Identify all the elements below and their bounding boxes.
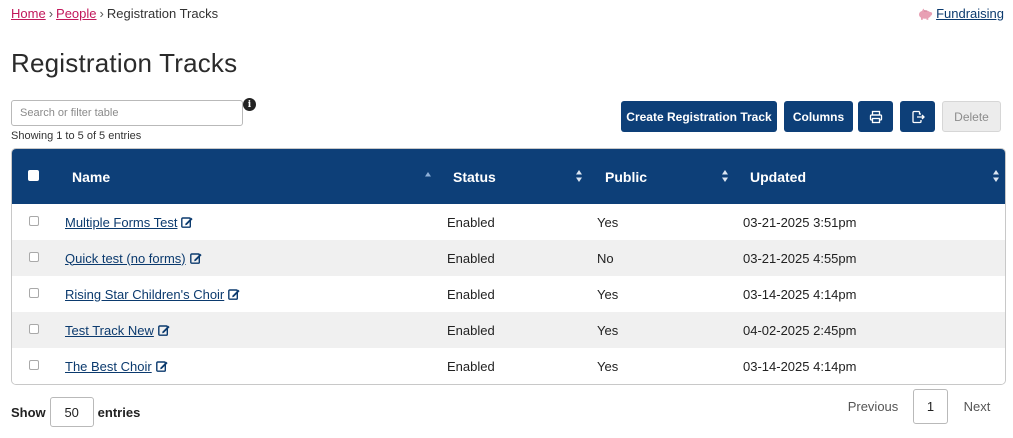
track-name-link[interactable]: Multiple Forms Test (65, 215, 177, 230)
public-cell: Yes (597, 322, 619, 338)
show-label: Show (11, 404, 46, 420)
updated-cell: 04-02-2025 2:45pm (743, 322, 857, 338)
track-name-link[interactable]: The Best Choir (65, 359, 152, 374)
print-button[interactable] (858, 101, 893, 132)
table-header: Name Status Public Updated (12, 149, 1005, 204)
breadcrumb-home-link[interactable]: Home (11, 6, 46, 21)
printer-icon (869, 110, 882, 123)
edit-icon[interactable] (157, 324, 170, 336)
edit-icon[interactable] (228, 288, 240, 300)
export-icon (911, 110, 925, 123)
delete-button[interactable]: Delete (942, 101, 1001, 132)
column-header-status[interactable]: Status (453, 149, 496, 204)
table-row: Test Track New Enabled Yes 04-02-2025 2:… (12, 312, 1005, 348)
row-checkbox[interactable] (29, 216, 39, 226)
name-cell: Multiple Forms Test (65, 204, 194, 240)
breadcrumb-separator: › (99, 6, 104, 21)
status-cell: Enabled (447, 358, 495, 374)
piggy-bank-icon (919, 8, 933, 20)
column-header-updated[interactable]: Updated (750, 149, 806, 204)
page-length-control: Show entries (11, 397, 140, 427)
search-input[interactable] (11, 100, 243, 126)
name-cell: The Best Choir (65, 348, 168, 384)
status-cell: Enabled (447, 322, 495, 338)
column-header-public[interactable]: Public (605, 149, 647, 204)
sort-both-icon[interactable] (575, 169, 583, 183)
entries-label: entries (97, 404, 141, 420)
table-row: The Best Choir Enabled Yes 03-14-2025 4:… (12, 348, 1005, 384)
fundraising-link-wrap[interactable]: Fundraising (917, 6, 1004, 21)
entries-per-page-input[interactable] (49, 397, 94, 427)
row-checkbox[interactable] (29, 360, 39, 370)
registration-tracks-table: Name Status Public Updated Multiple Form… (11, 148, 1006, 385)
table-row: Quick test (no forms) Enabled No 03-21-2… (12, 240, 1005, 276)
breadcrumb-people-link[interactable]: People (56, 6, 96, 21)
public-cell: Yes (597, 214, 619, 230)
track-name-link[interactable]: Test Track New (65, 323, 154, 338)
table-row: Multiple Forms Test Enabled Yes 03-21-20… (12, 204, 1005, 240)
breadcrumb: Home › People › Registration Tracks (11, 6, 218, 21)
column-header-name[interactable]: Name (72, 149, 110, 204)
page-title: Registration Tracks (11, 48, 238, 78)
columns-button[interactable]: Columns (784, 101, 853, 132)
name-cell: Test Track New (65, 312, 170, 348)
updated-cell: 03-21-2025 4:55pm (743, 250, 857, 266)
updated-cell: 03-14-2025 4:14pm (743, 358, 857, 374)
track-name-link[interactable]: Quick test (no forms) (65, 251, 186, 266)
edit-icon[interactable] (155, 360, 168, 372)
sort-both-icon[interactable] (721, 169, 729, 183)
breadcrumb-separator: › (48, 6, 54, 21)
table-row: Rising Star Children's Choir Enabled Yes… (12, 276, 1005, 312)
sort-asc-icon[interactable] (424, 169, 432, 183)
status-cell: Enabled (447, 286, 495, 302)
create-registration-track-button[interactable]: Create Registration Track (621, 101, 777, 132)
previous-page-button[interactable]: Previous (840, 389, 906, 424)
name-cell: Rising Star Children's Choir (65, 276, 240, 312)
updated-cell: 03-21-2025 3:51pm (743, 214, 857, 230)
select-all-checkbox[interactable] (28, 170, 39, 181)
info-icon[interactable]: i (243, 98, 256, 111)
sort-both-icon[interactable] (992, 169, 1000, 183)
current-page-button[interactable]: 1 (913, 389, 948, 424)
next-page-button[interactable]: Next (955, 389, 999, 424)
showing-entries-text: Showing 1 to 5 of 5 entries (11, 130, 142, 142)
public-cell: Yes (597, 286, 619, 302)
track-name-link[interactable]: Rising Star Children's Choir (65, 287, 224, 302)
row-checkbox[interactable] (29, 324, 39, 334)
edit-icon[interactable] (181, 216, 194, 228)
name-cell: Quick test (no forms) (65, 240, 202, 276)
breadcrumb-current: Registration Tracks (106, 6, 219, 21)
updated-cell: 03-14-2025 4:14pm (743, 286, 857, 302)
export-button[interactable] (900, 101, 935, 132)
status-cell: Enabled (447, 214, 495, 230)
public-cell: No (597, 250, 614, 266)
fundraising-link[interactable]: Fundraising (936, 6, 1004, 21)
edit-icon[interactable] (189, 252, 202, 264)
row-checkbox[interactable] (29, 288, 39, 298)
status-cell: Enabled (447, 250, 495, 266)
public-cell: Yes (597, 358, 619, 374)
row-checkbox[interactable] (29, 252, 39, 262)
